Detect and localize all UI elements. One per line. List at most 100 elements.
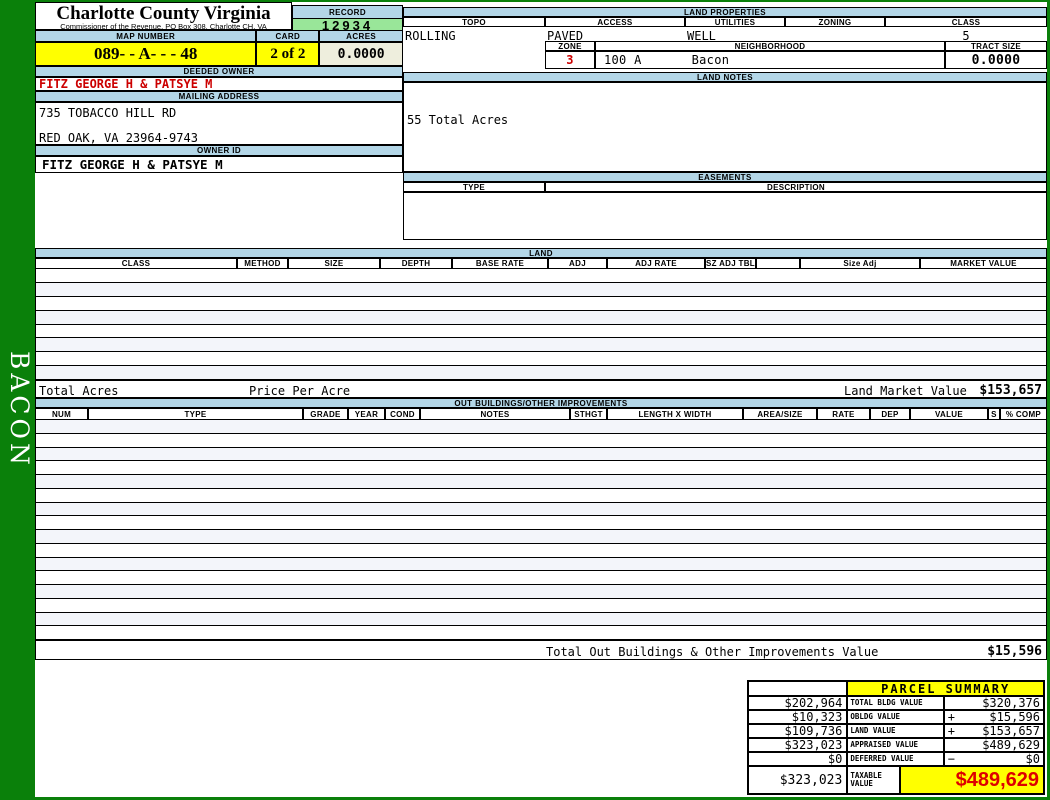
land-col-adj: ADJ <box>548 258 607 269</box>
zone-label: ZONE <box>545 41 595 51</box>
zone-header-row: ZONE NEIGHBORHOOD TRACT SIZE <box>545 41 1047 51</box>
ps-value: $320,376 <box>943 696 1044 710</box>
outbuildings-total-row: Total Out Buildings & Other Improvements… <box>35 640 1047 660</box>
ps-label: TAXABLE VALUE <box>847 766 900 794</box>
tract-size-value: 0.0000 <box>945 51 1047 69</box>
total-acres-label: Total Acres <box>39 384 119 398</box>
land-col-size: SIZE <box>288 258 380 269</box>
ob-col-type: TYPE <box>88 408 303 420</box>
land-total-row: Total Acres Price Per Acre Land Market V… <box>35 380 1047 398</box>
ps-amount: $153,657 <box>982 724 1040 738</box>
land-empty-row <box>36 297 1046 311</box>
class-column-header: CLASS <box>885 17 1047 27</box>
price-per-acre-label: Price Per Acre <box>249 384 351 398</box>
zoning-column-header: ZONING <box>785 17 885 27</box>
ps-row-total-bldg: $202,964 TOTAL BLDG VALUE $320,376 <box>748 696 1044 710</box>
land-col-market-value: MARKET VALUE <box>920 258 1047 269</box>
ob-empty-row <box>36 557 1046 572</box>
land-empty-row <box>36 269 1046 283</box>
land-col-base-rate: BASE RATE <box>452 258 548 269</box>
land-col-adj-rate: ADJ RATE <box>607 258 705 269</box>
ps-operator: − <box>947 752 955 766</box>
ob-col-grade: GRADE <box>303 408 348 420</box>
parcel-summary: PARCEL SUMMARY $202,964 TOTAL BLDG VALUE… <box>747 680 1045 795</box>
map-value-row: 089- - A- - - 48 2 of 2 0.0000 <box>35 42 403 66</box>
ps-row-obldg: $10,323 OBLDG VALUE + $15,596 <box>748 710 1044 724</box>
ob-col-rate: RATE <box>817 408 870 420</box>
ob-empty-row <box>36 434 1046 448</box>
land-properties-section-label: LAND PROPERTIES <box>403 7 1047 17</box>
land-notes-section-label: LAND NOTES <box>403 72 1047 82</box>
mailing-address-box: 735 TOBACCO HILL RD RED OAK, VA 23964-97… <box>35 102 403 145</box>
land-market-value: $153,657 <box>979 383 1042 398</box>
ps-label: APPRAISED VALUE <box>847 738 944 752</box>
ps-value: $489,629 <box>943 738 1044 752</box>
neighborhood-label: NEIGHBORHOOD <box>595 41 945 51</box>
ps-left-value: $0 <box>748 752 848 766</box>
outbuildings-total-label: Total Out Buildings & Other Improvements… <box>546 645 879 659</box>
address-line-1: 735 TOBACCO HILL RD <box>39 106 177 120</box>
ob-col-value: VALUE <box>910 408 988 420</box>
taxable-value-amount: $489,629 <box>899 766 1044 794</box>
land-col-depth: DEPTH <box>380 258 452 269</box>
map-header-row: MAP NUMBER CARD ACRES <box>35 30 403 42</box>
ps-amount: $0 <box>1025 752 1040 766</box>
ps-header-spacer <box>748 681 848 696</box>
ps-label: TOTAL BLDG VALUE <box>847 696 944 710</box>
ob-empty-row <box>36 599 1046 613</box>
acres-label: ACRES <box>319 30 403 42</box>
ob-col-num: NUM <box>35 408 88 420</box>
ps-left-value: $109,736 <box>748 724 848 738</box>
ps-row-taxable: $323,023 TAXABLE VALUE $489,629 <box>748 766 1044 794</box>
ps-label: LAND VALUE <box>847 724 944 738</box>
card-label: CARD <box>256 30 320 42</box>
topo-column-header: TOPO <box>403 17 545 27</box>
topo-value: ROLLING <box>405 29 456 43</box>
record-label: RECORD <box>292 5 403 19</box>
land-market-value-label: Land Market Value <box>844 384 967 398</box>
zone-value-row: 3 100 A Bacon 0.0000 <box>545 51 1047 69</box>
owner-id-label: OWNER ID <box>35 145 403 156</box>
land-empty-row <box>36 366 1046 379</box>
ob-empty-row <box>36 571 1046 585</box>
ps-row-deferred: $0 DEFERRED VALUE − $0 <box>748 752 1044 766</box>
ob-empty-row <box>36 612 1046 627</box>
land-empty-row <box>36 282 1046 297</box>
outbuildings-table-body <box>35 420 1047 640</box>
ps-value: − $0 <box>943 752 1044 766</box>
zone-value: 3 <box>545 51 595 69</box>
ps-left-value: $323,023 <box>748 766 848 794</box>
land-notes-box: 55 Total Acres <box>403 82 1047 172</box>
record-sheet: Charlotte County Virginia Commissioner o… <box>35 2 1047 797</box>
mailing-address-label: MAILING ADDRESS <box>35 91 403 102</box>
county-title: Charlotte County Virginia <box>56 3 271 24</box>
outbuildings-header-row: NUM TYPE GRADE YEAR COND NOTES STHGT LEN… <box>35 408 1047 420</box>
land-notes-text: 55 Total Acres <box>407 113 509 127</box>
ob-empty-row <box>36 461 1046 475</box>
ob-col-length-width: LENGTH X WIDTH <box>607 408 743 420</box>
parcel-summary-header-row: PARCEL SUMMARY <box>748 681 1044 696</box>
land-col-sz-adj-tbl: SZ ADJ TBL <box>705 258 756 269</box>
ob-col-pct-comp: % COMP <box>1000 408 1047 420</box>
access-column-header: ACCESS <box>545 17 685 27</box>
card-value: 2 of 2 <box>256 42 320 66</box>
utilities-column-header: UTILITIES <box>685 17 785 27</box>
ob-empty-row <box>36 516 1046 530</box>
easement-description-header: DESCRIPTION <box>545 182 1047 192</box>
ob-empty-row <box>36 447 1046 462</box>
easements-box <box>403 192 1047 240</box>
neighborhood-value: 100 A Bacon <box>595 51 945 69</box>
ob-empty-row <box>36 585 1046 599</box>
ob-empty-row <box>36 626 1046 639</box>
county-header: Charlotte County Virginia Commissioner o… <box>35 2 292 31</box>
ob-col-year: YEAR <box>348 408 385 420</box>
ob-col-cond: COND <box>385 408 420 420</box>
land-table-body <box>35 269 1047 380</box>
owner-id-value: FITZ GEORGE H & PATSYE M <box>35 156 403 173</box>
easements-section-label: EASEMENTS <box>403 172 1047 182</box>
ps-left-value: $323,023 <box>748 738 848 752</box>
ps-row-appraised: $323,023 APPRAISED VALUE $489,629 <box>748 738 1044 752</box>
ps-operator: + <box>947 710 955 724</box>
ps-amount: $320,376 <box>982 696 1040 710</box>
property-record-card: BACON Charlotte County Virginia Commissi… <box>0 0 1050 800</box>
